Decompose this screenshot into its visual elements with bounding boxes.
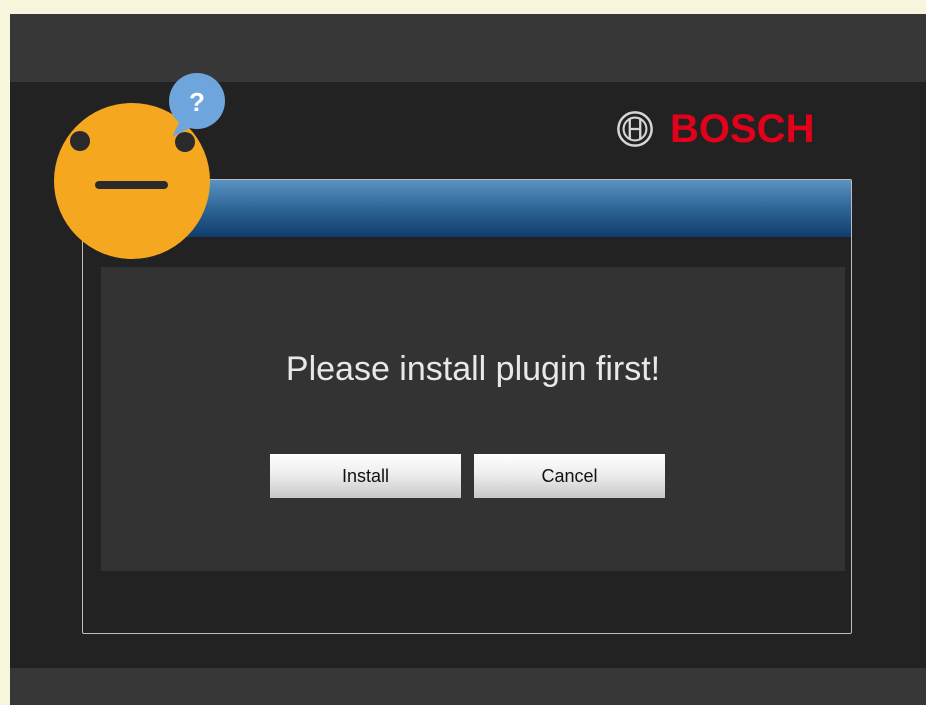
dialog-message: Please install plugin first! [285, 350, 661, 388]
confused-face-icon: ? [54, 73, 225, 259]
cancel-button[interactable]: Cancel [474, 454, 665, 498]
brand-logo: BOSCH [616, 106, 814, 152]
question-badge: ? [169, 73, 225, 137]
bosch-armature-icon [617, 111, 653, 147]
plugin-dialog: Please install plugin first! Install Can… [101, 267, 845, 571]
bottom-bar [10, 668, 926, 705]
top-bar [10, 14, 926, 82]
install-button[interactable]: Install [270, 454, 461, 498]
brand-name: BOSCH [670, 107, 815, 151]
question-mark-text: ? [189, 87, 205, 117]
